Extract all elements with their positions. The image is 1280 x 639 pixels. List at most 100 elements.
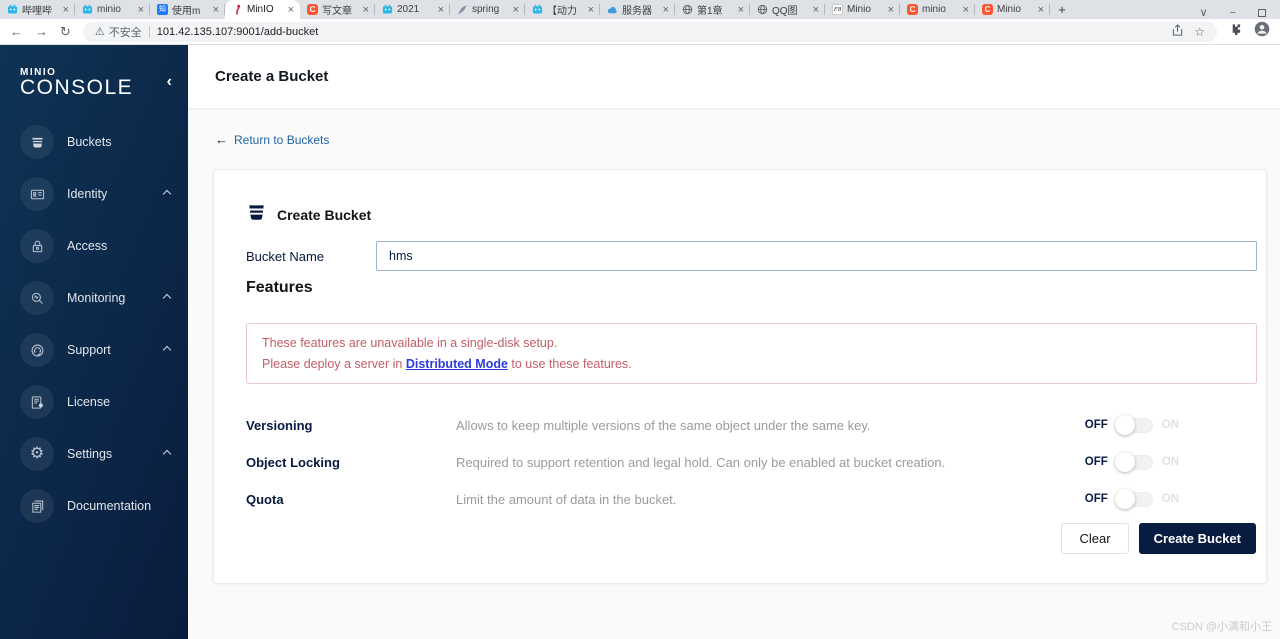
minimize-button[interactable]: − [1230,7,1236,19]
browser-tab[interactable]: spring × [450,0,525,19]
security-label: 不安全 [108,26,142,39]
warning-line-2: Please deploy a server in Distributed Mo… [262,354,1241,375]
feature-description: Limit the amount of data in the bucket. [456,491,677,507]
bucket-icon [246,202,267,228]
create-bucket-button[interactable]: Create Bucket [1138,523,1256,554]
back-link-label: Return to Buckets [234,132,330,147]
close-icon[interactable]: × [62,4,70,16]
browser-tab[interactable]: QQ图 × [750,0,825,19]
sidebar-item-monitoring[interactable]: Monitoring [0,272,188,324]
close-icon[interactable]: × [1037,4,1045,16]
quota-toggle[interactable] [1114,489,1153,510]
sidebar-collapse-icon[interactable]: ‹ [167,73,172,91]
monitoring-icon [20,281,54,315]
object-locking-toggle[interactable] [1114,452,1153,473]
sidebar-item-support[interactable]: Support [0,324,188,376]
sidebar-item-label: Access [67,239,108,253]
reload-button[interactable]: ↻ [60,24,71,40]
browser-tab[interactable]: minio × [75,0,150,19]
tab-title: Minio [997,4,1021,15]
return-to-buckets-link[interactable]: ← Return to Buckets [215,132,1280,147]
browser-tab[interactable]: 2021 × [375,0,450,19]
browser-tab[interactable]: 知 使用m × [150,0,225,19]
back-button[interactable]: ← [10,24,23,39]
distributed-mode-link[interactable]: Distributed Mode [406,357,508,371]
sidebar-item-label: Monitoring [67,291,126,305]
close-icon[interactable]: × [662,4,670,16]
avatar[interactable] [1254,21,1270,42]
bookmark-star-icon[interactable]: ☆ [1194,25,1205,39]
toggle-on-label: ON [1161,493,1179,506]
cloud-icon [607,4,618,15]
browser-tab[interactable]: C Minio × [975,0,1050,19]
versioning-toggle[interactable] [1114,415,1153,436]
toggle-off-label: OFF [1084,419,1108,432]
forward-button[interactable]: → [35,24,48,39]
sidebar-item-identity[interactable]: Identity [0,168,188,220]
close-icon[interactable]: × [362,4,370,16]
sidebar: MINIO CONSOLE ‹ Buckets Identity Access … [0,45,188,639]
page-header: Create a Bucket [188,45,1280,108]
tab-title: 【动力 [547,6,577,17]
feature-description: Required to support retention and legal … [456,454,946,470]
sidebar-item-label: License [67,395,111,409]
browser-tab[interactable]: 服务器 × [600,0,675,19]
support-icon [20,333,54,367]
browser-tab[interactable]: C minio × [900,0,975,19]
sidebar-item-settings[interactable]: ⚙ Settings [0,428,188,480]
restore-window-button[interactable] [1258,8,1266,17]
toggle-knob [1114,452,1135,473]
close-icon[interactable]: × [212,4,220,16]
chevron-up-icon [162,189,172,199]
browser-tab[interactable]: C 写文章 × [300,0,375,19]
browser-tab[interactable]: 【动力 × [525,0,600,19]
browser-tab[interactable]: 第1章 × [675,0,750,19]
url-bar[interactable]: ⚠ 不安全 101.42.135.107:9001/add-bucket ☆ [82,21,1217,42]
tab-title: 2021 [397,4,420,15]
sidebar-item-license[interactable]: License [0,376,188,428]
bucket-name-label: Bucket Name [246,248,325,264]
toggle-knob [1114,489,1135,510]
bilibili-icon [532,4,543,15]
close-icon[interactable]: × [887,4,895,16]
sidebar-item-label: Documentation [67,499,152,513]
warning-text: Please deploy a server in [262,356,406,371]
new-tab-button[interactable]: + [1050,0,1074,19]
page-title: Create a Bucket [215,68,329,85]
security-status[interactable]: ⚠ 不安全 [95,24,142,40]
sidebar-item-label: Support [67,343,111,357]
id-card-icon [20,177,54,211]
lock-icon [20,229,54,263]
clear-button[interactable]: Clear [1061,523,1129,554]
sidebar-item-label: Identity [67,187,108,201]
browser-tab-strip: 哔哩哔 × minio × 知 使用m × MinIO × C 写文章 × 20… [0,0,1280,19]
tab-title: minio [97,4,121,15]
browser-tab[interactable]: F8 Minio × [825,0,900,19]
tab-title: QQ图 [772,6,798,17]
back-arrow-icon: ← [215,132,228,147]
sidebar-item-access[interactable]: Access [0,220,188,272]
close-icon[interactable]: × [737,4,745,16]
tab-search-icon[interactable]: ∨ [1200,6,1208,19]
section-title: Create Bucket [277,207,372,223]
close-icon[interactable]: × [587,4,595,16]
close-icon[interactable]: × [812,4,820,16]
close-icon[interactable]: × [512,4,520,16]
warning-line-1: These features are unavailable in a sing… [262,336,558,350]
create-bucket-card: Create Bucket Bucket Name Features These… [213,169,1267,584]
chevron-up-icon [162,449,172,459]
tab-title: spring [472,4,500,15]
chevron-up-icon [162,293,172,303]
close-icon[interactable]: × [437,4,445,16]
close-icon[interactable]: × [137,4,145,16]
sidebar-item-label: Settings [67,447,113,461]
sidebar-item-documentation[interactable]: Documentation [0,480,188,532]
close-icon[interactable]: × [962,4,970,16]
browser-tab-active[interactable]: MinIO × [225,0,300,19]
share-icon[interactable] [1171,23,1184,40]
sidebar-item-buckets[interactable]: Buckets [0,116,188,168]
browser-tab[interactable]: 哔哩哔 × [0,0,75,19]
bucket-name-input[interactable] [376,241,1257,271]
extensions-puzzle-icon[interactable] [1229,23,1242,41]
close-icon[interactable]: × [287,4,295,16]
